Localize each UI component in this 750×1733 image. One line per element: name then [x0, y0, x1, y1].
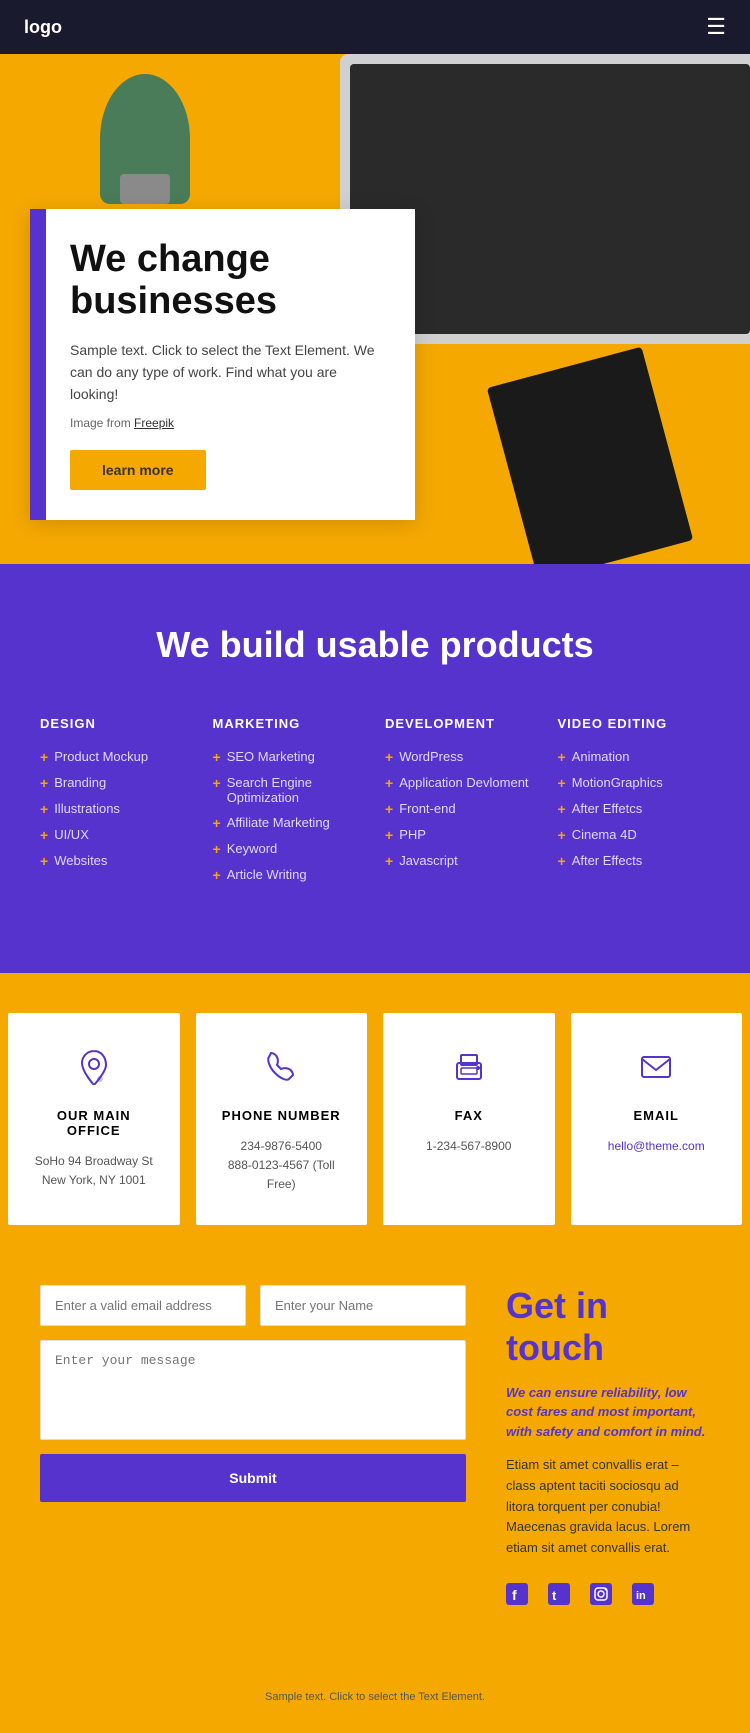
list-item: +Front-end	[385, 801, 538, 817]
email-link[interactable]: hello@theme.com	[608, 1139, 705, 1153]
contact-form-row: Submit Get in touch We can ensure reliab…	[40, 1285, 710, 1611]
location-icon	[76, 1049, 112, 1094]
phone-card: PHONE NUMBER 234-9876-5400 888-0123-4567…	[196, 1013, 368, 1225]
form-inputs-row	[40, 1285, 466, 1326]
video-editing-column: VIDEO EDITING +Animation +MotionGraphics…	[558, 716, 711, 893]
hamburger-menu-icon[interactable]: ☰	[706, 14, 726, 40]
products-section: We build usable products DESIGN +Product…	[0, 564, 750, 973]
hero-card: We change businesses Sample text. Click …	[30, 209, 415, 520]
design-column-title: DESIGN	[40, 716, 193, 731]
submit-button[interactable]: Submit	[40, 1454, 466, 1502]
get-in-touch-column: Get in touch We can ensure reliability, …	[506, 1285, 710, 1611]
fax-card-detail: 1-234-567-8900	[426, 1137, 511, 1156]
linkedin-icon[interactable]: in	[632, 1583, 654, 1611]
products-grid: DESIGN +Product Mockup +Branding +Illust…	[40, 716, 710, 893]
hero-description: Sample text. Click to select the Text El…	[70, 339, 385, 406]
message-textarea[interactable]	[40, 1340, 466, 1440]
name-input[interactable]	[260, 1285, 466, 1326]
list-item: +After Effects	[558, 853, 711, 869]
get-in-touch-subtitle: We can ensure reliability, low cost fare…	[506, 1383, 710, 1442]
phone-card-title: PHONE NUMBER	[222, 1108, 341, 1123]
hero-title: We change businesses	[70, 239, 385, 323]
video-editing-column-title: VIDEO EDITING	[558, 716, 711, 731]
list-item: +Branding	[40, 775, 193, 791]
form-column: Submit	[40, 1285, 466, 1502]
marketing-column-title: MARKETING	[213, 716, 366, 731]
footer: Sample text. Click to select the Text El…	[0, 1671, 750, 1733]
email-card: EMAIL hello@theme.com	[571, 1013, 743, 1225]
nav-logo: logo	[24, 17, 62, 38]
marketing-column: MARKETING +SEO Marketing +Search Engine …	[213, 716, 366, 893]
social-icons-row: f t	[506, 1583, 710, 1611]
email-input[interactable]	[40, 1285, 246, 1326]
email-card-title: EMAIL	[634, 1108, 679, 1123]
fax-card-title: FAX	[455, 1108, 483, 1123]
hero-image-credit: Image from Freepik	[70, 416, 385, 430]
navbar: logo ☰	[0, 0, 750, 54]
fax-card: FAX 1-234-567-8900	[383, 1013, 555, 1225]
contact-cards-row: OUR MAIN OFFICE SoHo 94 Broadway St New …	[0, 973, 750, 1265]
list-item: +Product Mockup	[40, 749, 193, 765]
list-item: +WordPress	[385, 749, 538, 765]
plant-decoration	[100, 74, 190, 204]
facebook-icon[interactable]: f	[506, 1583, 528, 1611]
email-card-detail: hello@theme.com	[608, 1137, 705, 1156]
learn-more-button[interactable]: learn more	[70, 450, 206, 490]
svg-text:t: t	[552, 1588, 557, 1603]
office-card: OUR MAIN OFFICE SoHo 94 Broadway St New …	[8, 1013, 180, 1225]
list-item: +MotionGraphics	[558, 775, 711, 791]
list-item: +Javascript	[385, 853, 538, 869]
svg-text:f: f	[512, 1587, 517, 1603]
contact-cards-section: OUR MAIN OFFICE SoHo 94 Broadway St New …	[0, 973, 750, 1265]
list-item: +Animation	[558, 749, 711, 765]
office-card-detail: SoHo 94 Broadway St New York, NY 1001	[28, 1152, 160, 1190]
list-item: +Article Writing	[213, 867, 366, 883]
office-card-title: OUR MAIN OFFICE	[28, 1108, 160, 1138]
phone-icon	[263, 1049, 299, 1094]
svg-text:in: in	[636, 1590, 646, 1602]
list-item: +After Effetcs	[558, 801, 711, 817]
twitter-icon[interactable]: t	[548, 1583, 570, 1611]
freepik-link[interactable]: Freepik	[134, 416, 174, 430]
list-item: +Illustrations	[40, 801, 193, 817]
list-item: +Affiliate Marketing	[213, 815, 366, 831]
phone-card-detail: 234-9876-5400 888-0123-4567 (Toll Free)	[216, 1137, 348, 1195]
list-item: +Cinema 4D	[558, 827, 711, 843]
design-column: DESIGN +Product Mockup +Branding +Illust…	[40, 716, 193, 893]
list-item: +UI/UX	[40, 827, 193, 843]
fax-icon	[451, 1049, 487, 1094]
development-column: DEVELOPMENT +WordPress +Application Devl…	[385, 716, 538, 893]
list-item: +SEO Marketing	[213, 749, 366, 765]
instagram-icon[interactable]	[590, 1583, 612, 1611]
hero-accent-bar	[30, 209, 46, 520]
footer-text: Sample text. Click to select the Text El…	[40, 1691, 710, 1703]
list-item: +Websites	[40, 853, 193, 869]
products-title: We build usable products	[40, 624, 710, 666]
hero-section: We change businesses Sample text. Click …	[0, 54, 750, 564]
get-in-touch-description: Etiam sit amet convallis erat – class ap…	[506, 1455, 710, 1559]
list-item: +PHP	[385, 827, 538, 843]
list-item: +Keyword	[213, 841, 366, 857]
development-column-title: DEVELOPMENT	[385, 716, 538, 731]
list-item: +Search Engine Optimization	[213, 775, 366, 805]
get-in-touch-title: Get in touch	[506, 1285, 710, 1369]
contact-form-section: Submit Get in touch We can ensure reliab…	[0, 1265, 750, 1671]
email-icon	[638, 1049, 674, 1094]
list-item: +Application Devloment	[385, 775, 538, 791]
